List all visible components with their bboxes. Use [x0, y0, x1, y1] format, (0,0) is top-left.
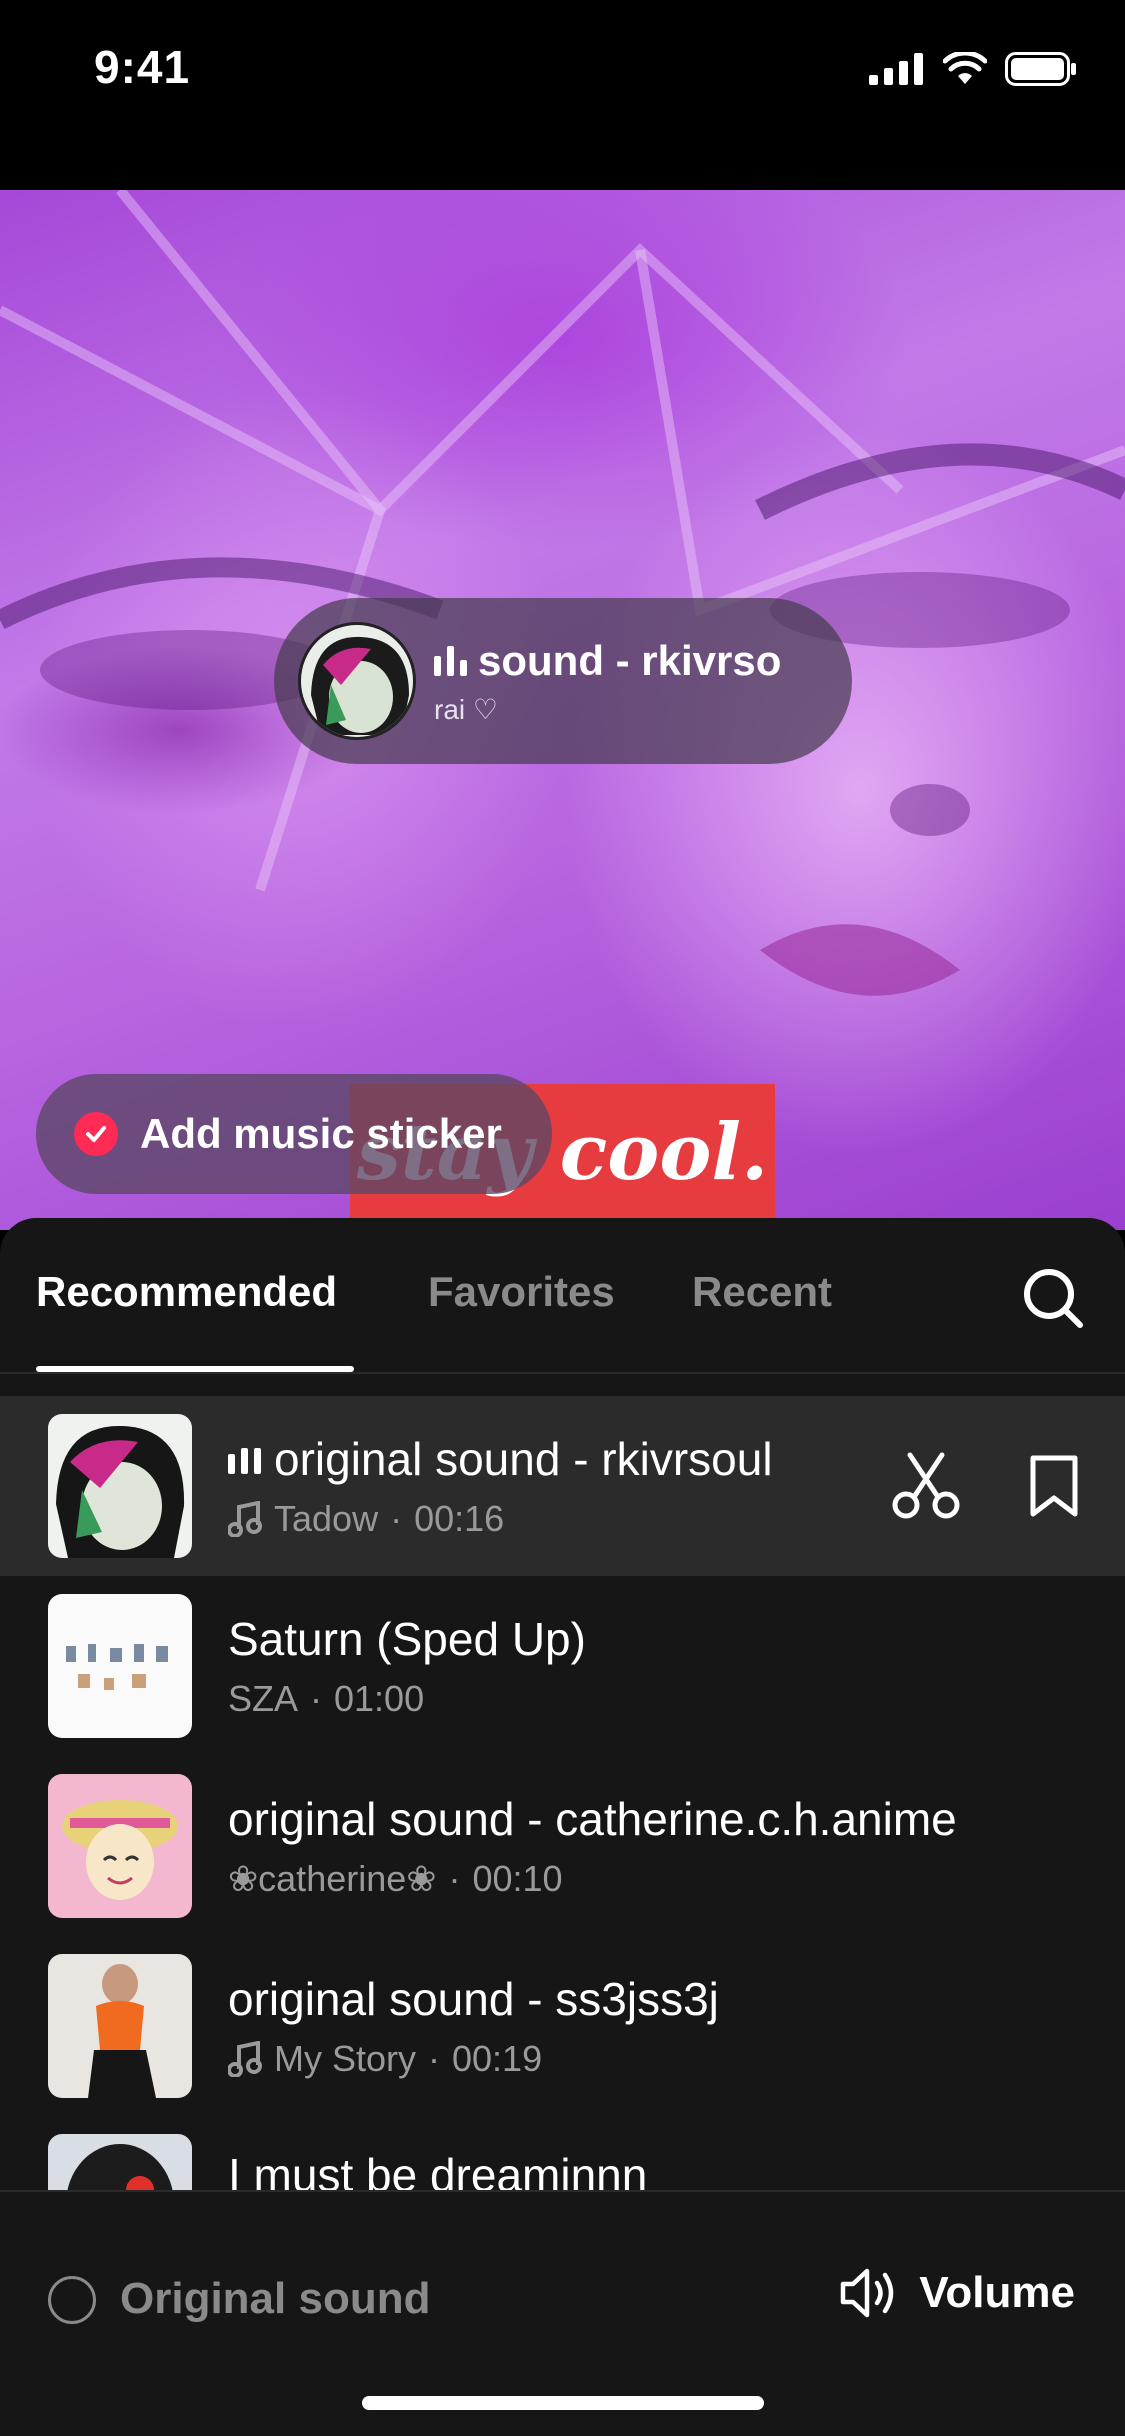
scissors-icon	[892, 1452, 960, 1519]
track-row[interactable]: I must be dreaminnn	[0, 2116, 1125, 2190]
track-thumbnail	[48, 1954, 192, 2098]
track-row[interactable]: Saturn (Sped Up) SZA · 01:00	[0, 1576, 1125, 1756]
original-sound-label[interactable]: Original sound	[120, 2274, 430, 2324]
track-thumbnail	[48, 1414, 192, 1558]
track-title: original sound - rkivrsoul	[274, 1433, 773, 1485]
track-title: original sound - catherine.c.h.anime	[228, 1793, 957, 1845]
active-tab-indicator	[36, 1366, 354, 1372]
track-duration: 00:10	[472, 1858, 563, 1899]
cellular-signal-icon	[869, 53, 923, 85]
favorite-button[interactable]	[1019, 1446, 1089, 1526]
home-indicator[interactable]	[362, 2396, 764, 2410]
status-bar: 9:41	[0, 0, 1125, 190]
track-title: original sound - ss3jss3j	[228, 1973, 719, 2025]
track-artist: SZA	[228, 1678, 299, 1719]
track-list[interactable]: original sound - rkivrsoul Tadow · 00:16	[0, 1396, 1125, 2190]
trim-button[interactable]	[891, 1446, 961, 1526]
search-icon	[1024, 1269, 1083, 1328]
sticker-title: sound - rkivrso	[478, 636, 782, 684]
track-duration: 01:00	[334, 1678, 425, 1719]
tab-recent[interactable]: Recent	[692, 1268, 832, 1316]
bookmark-icon	[1030, 1455, 1078, 1517]
checkmark-icon	[74, 1112, 118, 1156]
playing-bars-icon	[228, 1448, 261, 1474]
status-time: 9:41	[94, 41, 191, 93]
music-sticker[interactable]: sound - rkivrso rai ♡	[274, 598, 852, 764]
track-row[interactable]: original sound - ss3jss3j My Story · 00:…	[0, 1936, 1125, 2116]
volume-button[interactable]: Volume	[839, 2266, 1075, 2320]
track-thumbnail	[48, 1594, 192, 1738]
sticker-subtitle: rai ♡	[434, 693, 498, 725]
wifi-icon	[943, 52, 987, 84]
add-music-sticker-label: Add music sticker	[140, 1110, 502, 1157]
add-music-sticker-toggle[interactable]: Add music sticker	[36, 1074, 552, 1194]
track-artist: My Story	[274, 2038, 417, 2079]
tab-bar: Recommended Favorites Recent	[0, 1218, 1125, 1374]
sound-bars-icon	[434, 645, 467, 676]
volume-label: Volume	[919, 2268, 1075, 2317]
track-duration: 00:19	[452, 2038, 543, 2079]
track-duration: 00:16	[414, 1498, 505, 1539]
track-row[interactable]: original sound - catherine.c.h.anime ❀ca…	[0, 1756, 1125, 1936]
music-sheet: Recommended Favorites Recent original so…	[0, 1218, 1125, 2436]
status-icons	[869, 52, 1077, 86]
tab-recommended[interactable]: Recommended	[36, 1268, 337, 1316]
music-note-icon	[228, 1501, 262, 1537]
tab-favorites[interactable]: Favorites	[428, 1268, 615, 1316]
track-row[interactable]: original sound - rkivrsoul Tadow · 00:16	[0, 1396, 1125, 1576]
track-thumbnail	[48, 2134, 192, 2190]
sticker-avatar	[298, 622, 416, 740]
search-button[interactable]	[1017, 1262, 1089, 1334]
track-title: Saturn (Sped Up)	[228, 1613, 586, 1665]
speaker-icon	[841, 2268, 894, 2318]
track-thumbnail	[48, 1774, 192, 1918]
battery-icon	[1005, 52, 1076, 86]
original-sound-radio[interactable]	[48, 2276, 96, 2324]
track-title: I must be dreaminnn	[228, 2149, 648, 2190]
track-artist: ❀catherine❀	[228, 1858, 437, 1899]
music-note-icon	[228, 2041, 262, 2077]
track-artist: Tadow	[274, 1498, 379, 1539]
